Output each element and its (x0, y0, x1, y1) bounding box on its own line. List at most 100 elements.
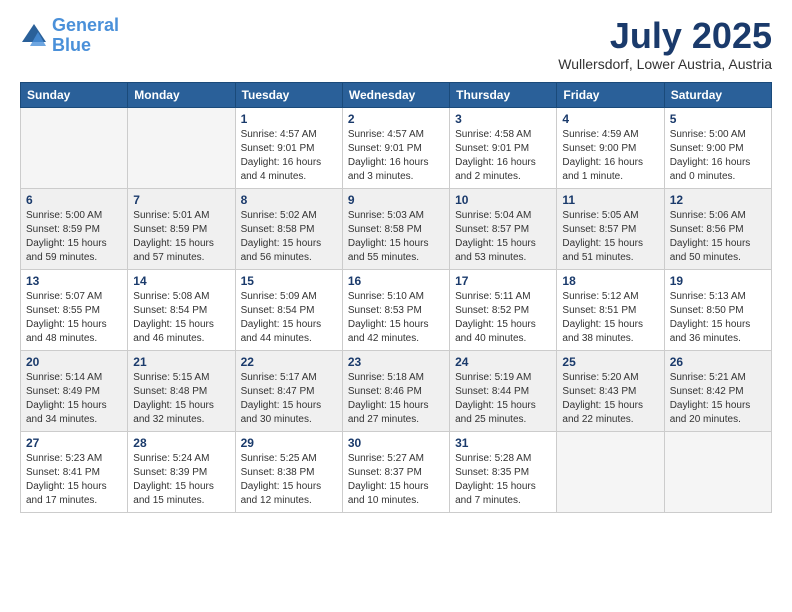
calendar-cell: 4 Sunrise: 4:59 AM Sunset: 9:00 PM Daylig… (557, 107, 664, 188)
day-number: 30 (348, 436, 444, 450)
calendar-cell: 9 Sunrise: 5:03 AM Sunset: 8:58 PM Daylig… (342, 188, 449, 269)
day-number: 2 (348, 112, 444, 126)
day-number: 23 (348, 355, 444, 369)
day-info: Sunrise: 5:18 AM Sunset: 8:46 PM Dayligh… (348, 371, 444, 427)
calendar-cell: 26 Sunrise: 5:21 AM Sunset: 8:42 PM Dayli… (664, 350, 771, 431)
day-number: 27 (26, 436, 122, 450)
calendar-cell: 2 Sunrise: 4:57 AM Sunset: 9:01 PM Daylig… (342, 107, 449, 188)
calendar-week-row: 20Sunrise: 5:14 AM Sunset: 8:49 PM Dayli… (21, 350, 772, 431)
calendar-cell: 19 Sunrise: 5:13 AM Sunset: 8:50 PM Dayli… (664, 269, 771, 350)
calendar-week-row: 6 Sunrise: 5:00 AM Sunset: 8:59 PM Daylig… (21, 188, 772, 269)
day-info: Sunrise: 5:24 AM Sunset: 8:39 PM Dayligh… (133, 452, 229, 508)
calendar-cell: 3Sunrise: 4:58 AM Sunset: 9:01 PM Daylig… (450, 107, 557, 188)
logo: General Blue (20, 16, 119, 56)
day-info: Sunrise: 5:13 AM Sunset: 8:50 PM Dayligh… (670, 290, 766, 346)
location: Wullersdorf, Lower Austria, Austria (558, 56, 772, 72)
day-info: Sunrise: 5:08 AM Sunset: 8:54 PM Dayligh… (133, 290, 229, 346)
calendar-cell: 27Sunrise: 5:23 AM Sunset: 8:41 PM Dayli… (21, 431, 128, 512)
day-number: 5 (670, 112, 766, 126)
day-number: 14 (133, 274, 229, 288)
day-number: 25 (562, 355, 658, 369)
day-info: Sunrise: 5:06 AM Sunset: 8:56 PM Dayligh… (670, 209, 766, 265)
day-info: Sunrise: 4:57 AM Sunset: 9:01 PM Dayligh… (348, 128, 444, 184)
calendar-week-row: 27Sunrise: 5:23 AM Sunset: 8:41 PM Dayli… (21, 431, 772, 512)
day-info: Sunrise: 5:00 AM Sunset: 8:59 PM Dayligh… (26, 209, 122, 265)
calendar-cell: 13Sunrise: 5:07 AM Sunset: 8:55 PM Dayli… (21, 269, 128, 350)
col-monday: Monday (128, 82, 235, 107)
day-info: Sunrise: 5:25 AM Sunset: 8:38 PM Dayligh… (241, 452, 337, 508)
calendar-header-row: Sunday Monday Tuesday Wednesday Thursday… (21, 82, 772, 107)
calendar-cell: 11 Sunrise: 5:05 AM Sunset: 8:57 PM Dayli… (557, 188, 664, 269)
day-info: Sunrise: 5:09 AM Sunset: 8:54 PM Dayligh… (241, 290, 337, 346)
header: General Blue July 2025 Wullersdorf, Lowe… (20, 16, 772, 72)
day-number: 22 (241, 355, 337, 369)
month-title: July 2025 (558, 16, 772, 56)
calendar-cell: 16 Sunrise: 5:10 AM Sunset: 8:53 PM Dayli… (342, 269, 449, 350)
day-number: 9 (348, 193, 444, 207)
day-info: Sunrise: 5:12 AM Sunset: 8:51 PM Dayligh… (562, 290, 658, 346)
calendar-table: Sunday Monday Tuesday Wednesday Thursday… (20, 82, 772, 513)
col-friday: Friday (557, 82, 664, 107)
day-info: Sunrise: 4:59 AM Sunset: 9:00 PM Dayligh… (562, 128, 658, 184)
day-info: Sunrise: 5:05 AM Sunset: 8:57 PM Dayligh… (562, 209, 658, 265)
day-info: Sunrise: 5:15 AM Sunset: 8:48 PM Dayligh… (133, 371, 229, 427)
calendar-cell: 31 Sunrise: 5:28 AM Sunset: 8:35 PM Dayli… (450, 431, 557, 512)
col-wednesday: Wednesday (342, 82, 449, 107)
day-info: Sunrise: 5:07 AM Sunset: 8:55 PM Dayligh… (26, 290, 122, 346)
day-number: 17 (455, 274, 551, 288)
day-number: 7 (133, 193, 229, 207)
calendar-cell: 10 Sunrise: 5:04 AM Sunset: 8:57 PM Dayli… (450, 188, 557, 269)
day-info: Sunrise: 5:02 AM Sunset: 8:58 PM Dayligh… (241, 209, 337, 265)
calendar-cell: 28 Sunrise: 5:24 AM Sunset: 8:39 PM Dayli… (128, 431, 235, 512)
col-tuesday: Tuesday (235, 82, 342, 107)
day-info: Sunrise: 5:27 AM Sunset: 8:37 PM Dayligh… (348, 452, 444, 508)
calendar-cell: 23 Sunrise: 5:18 AM Sunset: 8:46 PM Dayli… (342, 350, 449, 431)
calendar-cell: 22 Sunrise: 5:17 AM Sunset: 8:47 PM Dayli… (235, 350, 342, 431)
calendar-week-row: 13Sunrise: 5:07 AM Sunset: 8:55 PM Dayli… (21, 269, 772, 350)
calendar-cell: 7Sunrise: 5:01 AM Sunset: 8:59 PM Daylig… (128, 188, 235, 269)
day-number: 18 (562, 274, 658, 288)
calendar-cell: 20Sunrise: 5:14 AM Sunset: 8:49 PM Dayli… (21, 350, 128, 431)
day-number: 12 (670, 193, 766, 207)
calendar-cell: 29 Sunrise: 5:25 AM Sunset: 8:38 PM Dayli… (235, 431, 342, 512)
calendar-cell: 8 Sunrise: 5:02 AM Sunset: 8:58 PM Daylig… (235, 188, 342, 269)
day-number: 16 (348, 274, 444, 288)
calendar-cell (21, 107, 128, 188)
day-info: Sunrise: 5:28 AM Sunset: 8:35 PM Dayligh… (455, 452, 551, 508)
day-info: Sunrise: 5:03 AM Sunset: 8:58 PM Dayligh… (348, 209, 444, 265)
calendar-cell: 18 Sunrise: 5:12 AM Sunset: 8:51 PM Dayli… (557, 269, 664, 350)
day-info: Sunrise: 5:21 AM Sunset: 8:42 PM Dayligh… (670, 371, 766, 427)
day-info: Sunrise: 5:19 AM Sunset: 8:44 PM Dayligh… (455, 371, 551, 427)
day-number: 1 (241, 112, 337, 126)
day-info: Sunrise: 4:57 AM Sunset: 9:01 PM Dayligh… (241, 128, 337, 184)
day-info: Sunrise: 5:00 AM Sunset: 9:00 PM Dayligh… (670, 128, 766, 184)
col-saturday: Saturday (664, 82, 771, 107)
day-number: 15 (241, 274, 337, 288)
calendar-cell: 6 Sunrise: 5:00 AM Sunset: 8:59 PM Daylig… (21, 188, 128, 269)
day-number: 4 (562, 112, 658, 126)
day-number: 10 (455, 193, 551, 207)
calendar-cell: 25Sunrise: 5:20 AM Sunset: 8:43 PM Dayli… (557, 350, 664, 431)
calendar-cell (557, 431, 664, 512)
day-number: 29 (241, 436, 337, 450)
calendar-cell: 5 Sunrise: 5:00 AM Sunset: 9:00 PM Daylig… (664, 107, 771, 188)
calendar-cell: 24Sunrise: 5:19 AM Sunset: 8:44 PM Dayli… (450, 350, 557, 431)
day-number: 19 (670, 274, 766, 288)
day-number: 26 (670, 355, 766, 369)
day-number: 11 (562, 193, 658, 207)
calendar-cell: 12 Sunrise: 5:06 AM Sunset: 8:56 PM Dayli… (664, 188, 771, 269)
day-info: Sunrise: 5:10 AM Sunset: 8:53 PM Dayligh… (348, 290, 444, 346)
day-info: Sunrise: 5:11 AM Sunset: 8:52 PM Dayligh… (455, 290, 551, 346)
day-info: Sunrise: 5:04 AM Sunset: 8:57 PM Dayligh… (455, 209, 551, 265)
col-sunday: Sunday (21, 82, 128, 107)
day-number: 6 (26, 193, 122, 207)
day-number: 28 (133, 436, 229, 450)
day-info: Sunrise: 5:17 AM Sunset: 8:47 PM Dayligh… (241, 371, 337, 427)
day-number: 20 (26, 355, 122, 369)
logo-text: General Blue (52, 16, 119, 56)
col-thursday: Thursday (450, 82, 557, 107)
day-number: 31 (455, 436, 551, 450)
calendar-cell: 14 Sunrise: 5:08 AM Sunset: 8:54 PM Dayli… (128, 269, 235, 350)
calendar-cell: 17 Sunrise: 5:11 AM Sunset: 8:52 PM Dayli… (450, 269, 557, 350)
day-number: 8 (241, 193, 337, 207)
